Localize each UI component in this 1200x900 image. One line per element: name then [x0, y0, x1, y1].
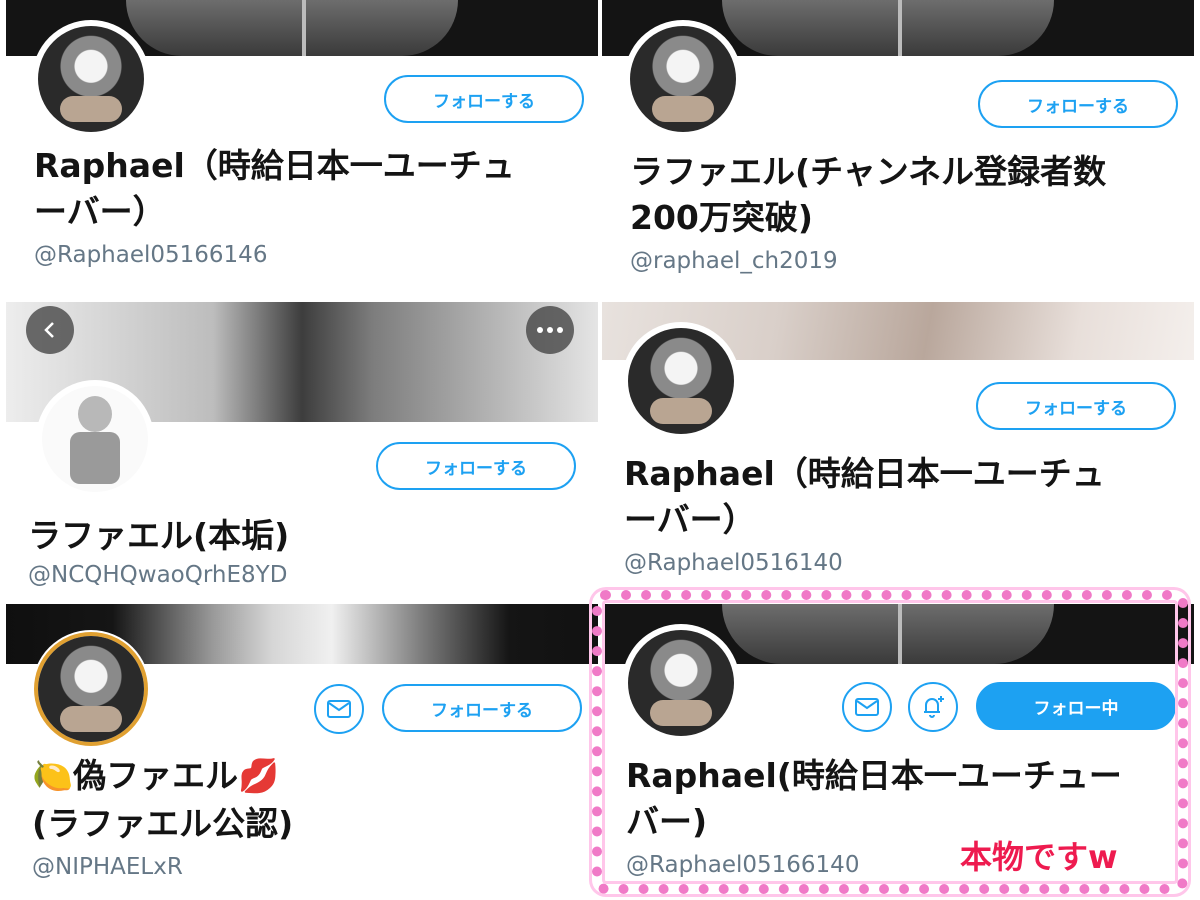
- annotation-note: 本物ですw: [960, 838, 1118, 876]
- handle: @raphael_ch2019: [630, 248, 838, 274]
- message-button[interactable]: [314, 684, 364, 734]
- profile-card-2: フォローする ラファエル(チャンネル登録者数 200万突破) @raphael_…: [602, 0, 1194, 296]
- back-button[interactable]: [26, 306, 74, 354]
- follow-button[interactable]: フォローする: [376, 442, 576, 490]
- follow-button[interactable]: フォローする: [384, 75, 584, 123]
- mail-icon: [327, 700, 351, 718]
- avatar[interactable]: [622, 322, 740, 440]
- profile-card-3: フォローする ラファエル(本垢) @NCQHQwaoQrhE8YD: [6, 302, 598, 598]
- display-name-line2: 200万突破): [630, 198, 813, 237]
- profile-card-1: フォローする Raphael（時給日本一ユーチュ ーバー） @Raphael05…: [6, 0, 598, 296]
- display-name-line2: (ラファエル公認): [32, 804, 294, 843]
- handle: @Raphael0516140: [624, 550, 843, 576]
- display-name: ラファエル(チャンネル登録者数: [630, 152, 1107, 191]
- display-name: Raphael（時給日本一ユーチュ: [624, 454, 1105, 493]
- avatar[interactable]: [624, 20, 742, 138]
- back-chevron-icon: [44, 322, 54, 338]
- handle: @NIPHAELxR: [32, 854, 183, 880]
- display-name: ラファエル(本垢): [28, 516, 290, 555]
- avatar[interactable]: [36, 380, 154, 498]
- more-button[interactable]: [526, 306, 574, 354]
- follow-button[interactable]: フォローする: [382, 684, 582, 732]
- handle: @NCQHQwaoQrhE8YD: [28, 562, 288, 588]
- more-dots-icon: [537, 327, 563, 333]
- display-name: 🍋偽ファエル💋: [32, 756, 280, 795]
- follow-button[interactable]: フォローする: [976, 382, 1176, 430]
- handle: @Raphael05166146: [34, 242, 268, 268]
- profile-card-5: フォローする 🍋偽ファエル💋 (ラファエル公認) @NIPHAELxR: [6, 604, 598, 900]
- display-name-line2: ーバー）: [624, 500, 756, 539]
- profile-card-4: フォローする Raphael（時給日本一ユーチュ ーバー） @Raphael05…: [602, 302, 1194, 598]
- follow-button[interactable]: フォローする: [978, 80, 1178, 128]
- display-name: Raphael（時給日本一ユーチュ: [34, 146, 515, 185]
- avatar[interactable]: [32, 630, 150, 748]
- display-name-line2: ーバー）: [34, 192, 166, 231]
- avatar[interactable]: [32, 20, 150, 138]
